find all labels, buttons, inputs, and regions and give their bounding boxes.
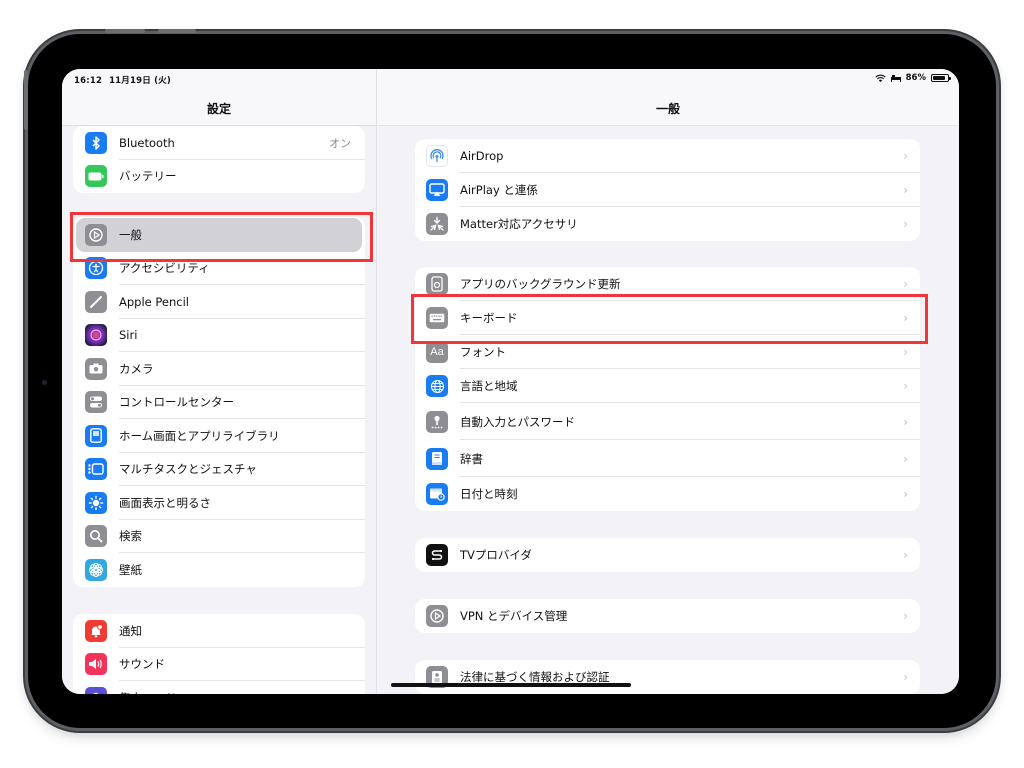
dictionary-icon xyxy=(426,447,448,470)
sound-icon xyxy=(85,653,107,676)
multitasking-icon xyxy=(85,458,107,481)
date-time-icon xyxy=(426,483,448,505)
sidebar-item-home-screen[interactable]: ホーム画面とアプリライブラリ xyxy=(73,419,365,453)
keyboard-icon xyxy=(426,307,448,329)
list-item-airplay[interactable]: AirPlay と連係 › xyxy=(415,173,920,207)
sidebar-group-notifications: 通知 サウンド 集中モード xyxy=(73,614,365,694)
list-item-airdrop[interactable]: AirDrop › xyxy=(415,139,920,173)
control-center-icon xyxy=(85,391,107,414)
sidebar-item-display-brightness[interactable]: 画面表示と明るさ xyxy=(73,486,365,520)
main-group-legal: 法律に基づく情報および認証 › xyxy=(415,660,920,694)
sidebar-item-battery[interactable]: バッテリー xyxy=(73,160,365,194)
chevron-right-icon: › xyxy=(903,487,908,501)
chevron-right-icon: › xyxy=(903,277,908,291)
wifi-icon xyxy=(874,74,886,83)
list-item-language-region[interactable]: 言語と地域 › xyxy=(415,369,920,403)
list-item-fonts[interactable]: Aa フォント › xyxy=(415,335,920,369)
list-item-legal-regulatory[interactable]: 法律に基づく情報および認証 › xyxy=(415,660,920,694)
pencil-icon xyxy=(85,290,107,313)
camera-icon xyxy=(85,357,107,380)
home-indicator[interactable] xyxy=(391,683,631,687)
main-group-system: アプリのバックグラウンド更新 › キーボード › Aa フォント › 言語と地域… xyxy=(415,267,920,511)
volume-down-button xyxy=(158,29,196,33)
bluetooth-status: オン xyxy=(329,136,351,150)
sidebar-item-focus[interactable]: 集中モード xyxy=(73,681,365,694)
sidebar-item-bluetooth[interactable]: Bluetooth オン xyxy=(73,126,365,160)
sidebar-item-general[interactable]: 一般 xyxy=(76,218,362,252)
ipad-screen: 設定 Bluetooth オン バッテリー 一般 アクセシビリティ Apple … xyxy=(62,69,959,694)
tv-provider-icon xyxy=(426,544,448,566)
list-item-vpn-device-management[interactable]: VPN とデバイス管理 › xyxy=(415,599,920,633)
general-settings-pane: 一般 AirDrop › AirPlay と連係 › Matter対応アクセサリ… xyxy=(377,69,959,694)
notification-icon xyxy=(85,619,107,642)
sidebar-item-search[interactable]: 検索 xyxy=(73,520,365,553)
chevron-right-icon: › xyxy=(903,345,908,359)
siri-icon xyxy=(85,324,107,347)
list-item-date-time[interactable]: 日付と時刻 › xyxy=(415,477,920,511)
matter-icon xyxy=(426,213,448,235)
chevron-right-icon: › xyxy=(903,379,908,393)
sidebar-item-camera[interactable]: カメラ xyxy=(73,352,365,386)
sidebar-item-apple-pencil[interactable]: Apple Pencil xyxy=(73,285,365,319)
chevron-right-icon: › xyxy=(903,311,908,325)
font-icon: Aa xyxy=(426,341,448,363)
main-group-sharing: AirDrop › AirPlay と連係 › Matter対応アクセサリ › xyxy=(415,139,920,241)
vpn-icon xyxy=(426,605,448,627)
gear-icon xyxy=(85,223,107,246)
airplay-icon xyxy=(426,179,448,201)
main-group-tv-provider: TVプロバイダ › xyxy=(415,538,920,572)
status-bar-left: 16:12 11月19日 (火) xyxy=(74,74,171,86)
focus-icon xyxy=(85,686,107,694)
battery-icon xyxy=(85,165,107,188)
chevron-right-icon: › xyxy=(903,548,908,562)
list-item-matter-accessories[interactable]: Matter対応アクセサリ › xyxy=(415,207,920,241)
sidebar-item-wallpaper[interactable]: 壁紙 xyxy=(73,553,365,587)
sidebar-group-connectivity: Bluetooth オン バッテリー xyxy=(73,126,365,193)
status-date: 11月19日 (火) xyxy=(109,76,171,86)
battery-icon xyxy=(931,74,951,82)
volume-up-button xyxy=(105,29,145,33)
chevron-right-icon: › xyxy=(903,451,908,466)
list-item-autofill-passwords[interactable]: 自動入力とパスワード › xyxy=(415,403,920,440)
chevron-right-icon: › xyxy=(903,217,908,231)
top-button xyxy=(24,70,28,130)
settings-sidebar: 設定 Bluetooth オン バッテリー 一般 アクセシビリティ Apple … xyxy=(62,69,377,694)
wallpaper-icon xyxy=(85,558,107,581)
list-item-keyboard[interactable]: キーボード › xyxy=(415,301,920,335)
list-item-background-app-refresh[interactable]: アプリのバックグラウンド更新 › xyxy=(415,267,920,301)
battery-percent: 86% xyxy=(905,73,926,83)
list-item-dictionary[interactable]: 辞書 › xyxy=(415,440,920,477)
sidebar-item-siri[interactable]: Siri xyxy=(73,319,365,352)
front-camera xyxy=(42,380,47,385)
chevron-right-icon: › xyxy=(903,609,908,623)
sidebar-item-notifications[interactable]: 通知 xyxy=(73,614,365,648)
sidebar-group-general: 一般 アクセシビリティ Apple Pencil Siri カメラ コントロール… xyxy=(73,217,365,587)
key-icon xyxy=(426,410,448,433)
sidebar-item-sounds[interactable]: サウンド xyxy=(73,648,365,681)
sidebar-item-control-center[interactable]: コントロールセンター xyxy=(73,386,365,419)
home-screen-icon xyxy=(85,424,107,447)
sidebar-title: 設定 xyxy=(206,102,231,116)
sidebar-item-accessibility[interactable]: アクセシビリティ xyxy=(73,252,365,285)
list-item-tv-provider[interactable]: TVプロバイダ › xyxy=(415,538,920,572)
globe-icon xyxy=(426,375,448,397)
main-header: 一般 xyxy=(377,69,959,126)
sidebar-item-multitasking[interactable]: マルチタスクとジェスチャ xyxy=(73,453,365,486)
status-bar-right: 86% xyxy=(874,73,951,83)
accessibility-icon xyxy=(85,257,107,280)
bluetooth-icon xyxy=(85,131,107,154)
page-title: 一般 xyxy=(655,102,680,116)
sleep-focus-icon xyxy=(890,74,901,82)
chevron-right-icon: › xyxy=(903,149,908,163)
chevron-right-icon: › xyxy=(903,670,908,684)
airdrop-icon xyxy=(426,145,448,167)
status-time: 16:12 xyxy=(74,76,103,86)
chevron-right-icon: › xyxy=(903,183,908,197)
background-refresh-icon xyxy=(426,273,448,295)
chevron-right-icon: › xyxy=(903,414,908,429)
brightness-icon xyxy=(85,491,107,514)
main-group-vpn: VPN とデバイス管理 › xyxy=(415,599,920,633)
search-icon xyxy=(85,525,107,548)
